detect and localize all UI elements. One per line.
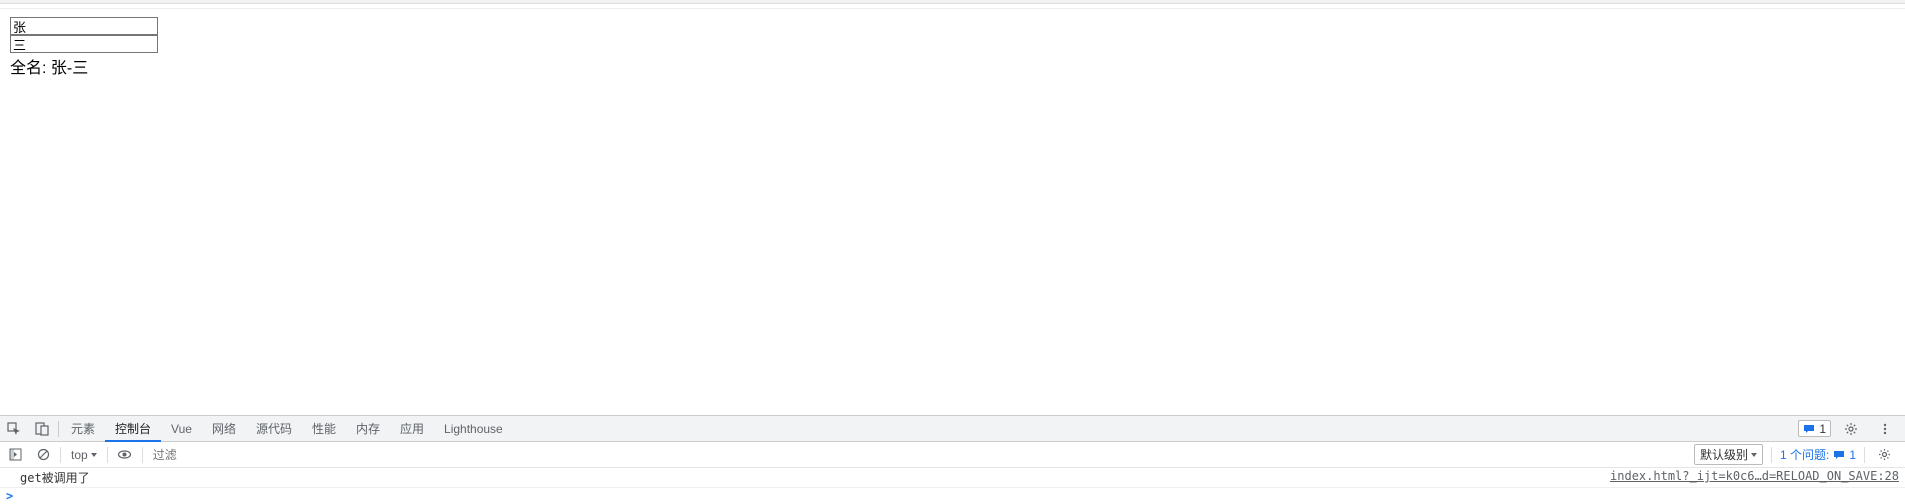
fullname-value: 张-三 xyxy=(51,60,88,77)
issues-link[interactable]: 1 个问题: 1 xyxy=(1780,446,1856,463)
tab-memory[interactable]: 内存 xyxy=(346,416,390,442)
console-settings-icon[interactable] xyxy=(1873,445,1895,465)
devtools-tabbar-right: 1 xyxy=(1798,416,1905,442)
badge-count: 1 xyxy=(1819,422,1826,436)
separator xyxy=(58,421,59,437)
tab-performance[interactable]: 性能 xyxy=(302,416,346,442)
browser-chrome-bar xyxy=(0,0,1905,4)
console-source-link[interactable]: index.html?_ijt=k0c6…d=RELOAD_ON_SAVE:28 xyxy=(1610,469,1899,483)
levels-label: 默认级别 xyxy=(1700,446,1748,463)
separator xyxy=(1771,447,1772,463)
tab-sources[interactable]: 源代码 xyxy=(246,416,302,442)
message-icon xyxy=(1803,423,1815,435)
separator xyxy=(142,447,143,463)
live-expression-icon[interactable] xyxy=(114,445,136,465)
settings-icon[interactable] xyxy=(1837,416,1865,442)
issues-count: 1 xyxy=(1849,448,1856,462)
issues-label: 1 个问题: xyxy=(1780,446,1829,463)
devtools-panel: 元素 控制台 Vue 网络 源代码 性能 内存 应用 Lighthouse 1 xyxy=(0,415,1905,504)
tab-lighthouse[interactable]: Lighthouse xyxy=(434,416,513,442)
chevron-down-icon xyxy=(91,453,97,457)
separator xyxy=(60,447,61,463)
devtools-tabbar: 元素 控制台 Vue 网络 源代码 性能 内存 应用 Lighthouse 1 xyxy=(0,416,1905,442)
device-toolbar-icon[interactable] xyxy=(28,416,56,442)
toggle-sidebar-icon[interactable] xyxy=(4,445,26,465)
fullname-output: 全名: 张-三 xyxy=(10,54,1895,78)
console-body: get被调用了 index.html?_ijt=k0c6…d=RELOAD_ON… xyxy=(0,468,1905,504)
console-toolbar-right: 默认级别 1 个问题: 1 xyxy=(1694,444,1901,465)
tab-console[interactable]: 控制台 xyxy=(105,416,161,442)
console-message-badge[interactable]: 1 xyxy=(1798,420,1831,437)
inspect-element-icon[interactable] xyxy=(0,416,28,442)
fullname-label: 全名: xyxy=(10,60,46,77)
console-filter-input[interactable] xyxy=(149,446,349,464)
console-toolbar: top 默认级别 1 个问题: 1 xyxy=(0,442,1905,468)
more-options-icon[interactable] xyxy=(1871,416,1899,442)
separator xyxy=(1864,447,1865,463)
console-prompt[interactable]: > xyxy=(0,488,1905,504)
log-levels-dropdown[interactable]: 默认级别 xyxy=(1694,444,1763,465)
separator xyxy=(107,447,108,463)
chevron-down-icon xyxy=(1751,453,1757,457)
tab-elements[interactable]: 元素 xyxy=(61,416,105,442)
first-name-input[interactable] xyxy=(10,17,158,35)
prompt-chevron-icon: > xyxy=(6,489,13,503)
last-name-input[interactable] xyxy=(10,35,158,53)
tab-vue[interactable]: Vue xyxy=(161,416,202,442)
console-log-row[interactable]: get被调用了 index.html?_ijt=k0c6…d=RELOAD_ON… xyxy=(0,468,1905,488)
tab-network[interactable]: 网络 xyxy=(202,416,246,442)
clear-console-icon[interactable] xyxy=(32,445,54,465)
message-icon xyxy=(1833,449,1845,461)
context-label: top xyxy=(71,448,88,462)
execution-context-selector[interactable]: top xyxy=(67,448,101,462)
console-log-message: get被调用了 xyxy=(6,469,1610,486)
tab-application[interactable]: 应用 xyxy=(390,416,434,442)
page-content: 全名: 张-三 xyxy=(0,8,1905,415)
